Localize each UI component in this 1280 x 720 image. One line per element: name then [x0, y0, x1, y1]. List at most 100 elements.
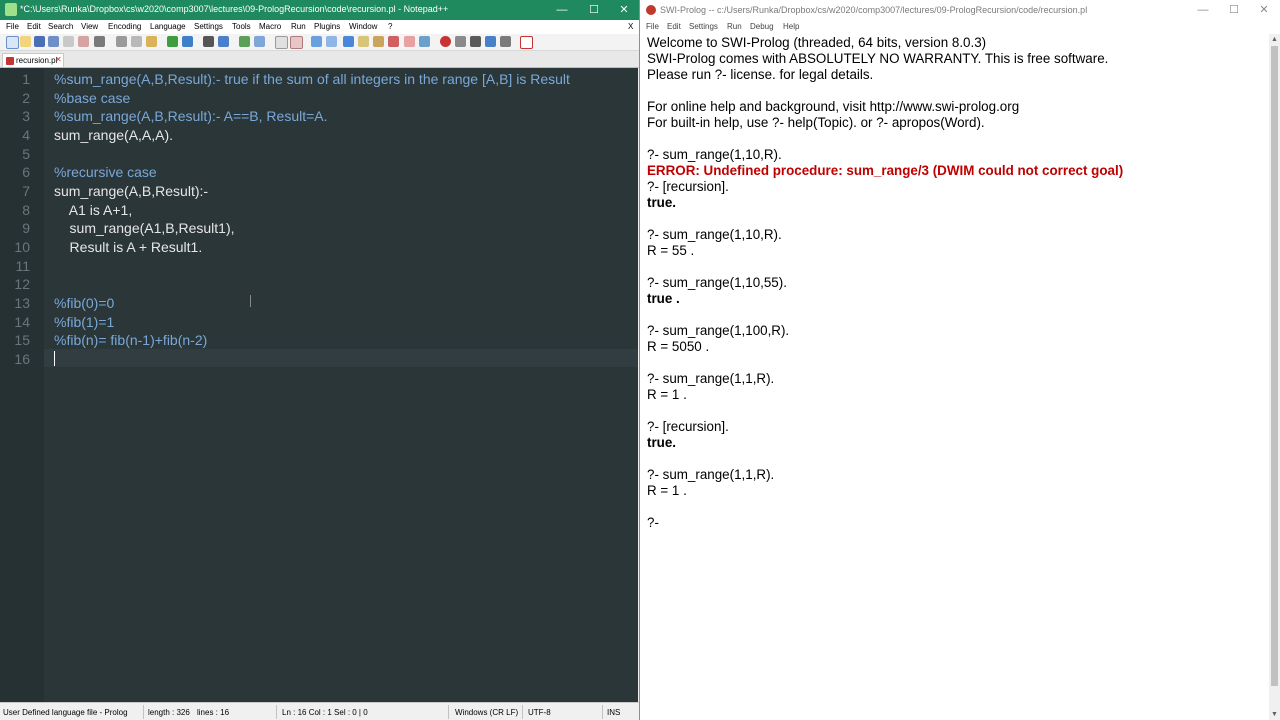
cut-icon[interactable]: [116, 36, 127, 47]
console-line: R = 5050 .: [647, 339, 710, 354]
save-macro-icon[interactable]: [500, 36, 511, 47]
console-line: SWI-Prolog comes with ABSOLUTELY NO WARR…: [647, 51, 1109, 66]
swi-minimize-button[interactable]: —: [1187, 0, 1219, 20]
paste-icon[interactable]: [146, 36, 157, 47]
console-line: R = 55 .: [647, 243, 695, 258]
monitoring-icon[interactable]: [419, 36, 430, 47]
status-lines: lines : 16: [197, 708, 230, 717]
code-line: %sum_range(A,B,Result):- A==B, Result=A.: [54, 108, 328, 124]
language-define-icon[interactable]: [358, 36, 369, 47]
current-line-highlight: [44, 349, 638, 367]
code-line: %sum_range(A,B,Result):- true if the sum…: [54, 71, 570, 87]
folder-workspace-icon[interactable]: [404, 36, 415, 47]
code-editor[interactable]: 1 2 3 4 5 6 7 8 9 10 11 12 13 14 15 16 %…: [0, 68, 638, 702]
swi-menu-run[interactable]: Run: [727, 22, 742, 31]
redo-icon[interactable]: [182, 36, 193, 47]
console-line: ?- sum_range(1,1,R).: [647, 467, 775, 482]
code-line: sum_range(A1,B,Result1),: [54, 220, 235, 236]
npp-menu-edit[interactable]: Edit: [27, 22, 41, 31]
swi-close-button[interactable]: ✕: [1248, 0, 1280, 20]
save-icon[interactable]: [34, 36, 45, 47]
indent-guide-icon[interactable]: [343, 36, 354, 47]
code-line: sum_range(A,B,Result):-: [54, 183, 209, 199]
copy-icon[interactable]: [131, 36, 142, 47]
npp-menu-plugins[interactable]: Plugins: [314, 22, 340, 31]
npp-menu-language[interactable]: Language: [150, 22, 186, 31]
swi-menu-settings[interactable]: Settings: [689, 22, 718, 31]
find-icon[interactable]: [203, 36, 214, 47]
run-macro-multiple-icon[interactable]: [485, 36, 496, 47]
scroll-up-arrow-icon[interactable]: ▲: [1270, 35, 1279, 44]
npp-menu-run[interactable]: Run: [291, 22, 306, 31]
npp-menu-file[interactable]: File: [6, 22, 19, 31]
code-line: Result is A + Result1.: [54, 239, 203, 255]
zoom-in-icon[interactable]: [239, 36, 250, 47]
swi-maximize-button[interactable]: ☐: [1218, 0, 1250, 20]
sync-horizontal-icon[interactable]: [290, 36, 303, 49]
close-all-icon[interactable]: [78, 36, 89, 47]
status-insert-mode: INS: [607, 708, 621, 717]
npp-menu-tools[interactable]: Tools: [232, 22, 251, 31]
console-prompt[interactable]: ?-: [647, 515, 659, 530]
console-line: ?- [recursion].: [647, 179, 729, 194]
status-length: length : 326: [148, 708, 190, 717]
open-file-icon[interactable]: [20, 36, 31, 47]
tab-close-icon[interactable]: ✕: [55, 55, 62, 64]
console-error-line: ERROR: Undefined procedure: sum_range/3 …: [647, 163, 1124, 178]
sync-vertical-icon[interactable]: [275, 36, 288, 49]
print-icon[interactable]: [94, 36, 105, 47]
npp-menu-help[interactable]: ?: [388, 22, 392, 31]
swi-title-bar[interactable]: SWI-Prolog -- c:/Users/Runka/Dropbox/cs/…: [641, 0, 1280, 20]
doc-map-icon[interactable]: [373, 36, 384, 47]
npp-title-bar[interactable]: *C:\Users\Runka\Dropbox\cs\w2020\comp300…: [0, 0, 639, 20]
npp-menu-window[interactable]: Window: [349, 22, 377, 31]
scrollbar-thumb[interactable]: [1271, 46, 1278, 686]
zoom-out-icon[interactable]: [254, 36, 265, 47]
swi-console[interactable]: Welcome to SWI-Prolog (threaded, 64 bits…: [641, 34, 1269, 720]
show-all-chars-icon[interactable]: [326, 36, 337, 47]
line-number: 8: [22, 202, 30, 218]
npp-window-title: *C:\Users\Runka\Dropbox\cs\w2020\comp300…: [20, 4, 449, 14]
status-position: Ln : 16 Col : 1 Sel : 0 | 0: [282, 708, 368, 717]
swi-menu-help[interactable]: Help: [783, 22, 799, 31]
record-macro-icon[interactable]: [440, 36, 451, 47]
line-number: 7: [22, 183, 30, 199]
undo-icon[interactable]: [167, 36, 178, 47]
status-divider: [276, 705, 277, 719]
tab-recursion-pl[interactable]: recursion.pl ✕: [2, 53, 64, 67]
new-file-icon[interactable]: [6, 36, 19, 49]
swi-menu-debug[interactable]: Debug: [750, 22, 774, 31]
npp-menu-macro[interactable]: Macro: [259, 22, 281, 31]
npp-menu-search[interactable]: Search: [48, 22, 73, 31]
line-number: 15: [14, 332, 30, 348]
play-macro-icon[interactable]: [470, 36, 481, 47]
function-list-icon[interactable]: [388, 36, 399, 47]
status-language: User Defined language file - Prolog: [3, 708, 128, 717]
scroll-down-arrow-icon[interactable]: ▼: [1270, 710, 1279, 719]
text-caret: [54, 351, 55, 366]
swi-vertical-scrollbar[interactable]: ▲ ▼: [1269, 34, 1280, 720]
swi-menu-bar: File Edit Settings Run Debug Help: [641, 20, 1280, 34]
npp-maximize-button[interactable]: ☐: [578, 0, 610, 20]
npp-doc-close-button[interactable]: X: [628, 22, 633, 31]
npp-menu-encoding[interactable]: Encoding: [108, 22, 141, 31]
line-number: 12: [14, 276, 30, 292]
code-text-area[interactable]: %sum_range(A,B,Result):- true if the sum…: [44, 68, 638, 702]
npp-close-button[interactable]: ✕: [608, 0, 639, 20]
status-divider: [448, 705, 449, 719]
npp-menu-settings[interactable]: Settings: [194, 22, 223, 31]
close-file-icon[interactable]: [63, 36, 74, 47]
npp-tab-bar: recursion.pl ✕: [0, 51, 639, 68]
swi-menu-file[interactable]: File: [646, 22, 659, 31]
stop-macro-icon[interactable]: [455, 36, 466, 47]
status-eol: Windows (CR LF): [455, 708, 519, 717]
save-all-icon[interactable]: [48, 36, 59, 47]
replace-icon[interactable]: [218, 36, 229, 47]
line-number: 4: [22, 127, 30, 143]
npp-minimize-button[interactable]: —: [546, 0, 578, 20]
npp-menu-view[interactable]: View: [81, 22, 98, 31]
word-wrap-icon[interactable]: [311, 36, 322, 47]
swi-menu-edit[interactable]: Edit: [667, 22, 681, 31]
spellcheck-icon[interactable]: [520, 36, 533, 49]
line-number: 3: [22, 108, 30, 124]
